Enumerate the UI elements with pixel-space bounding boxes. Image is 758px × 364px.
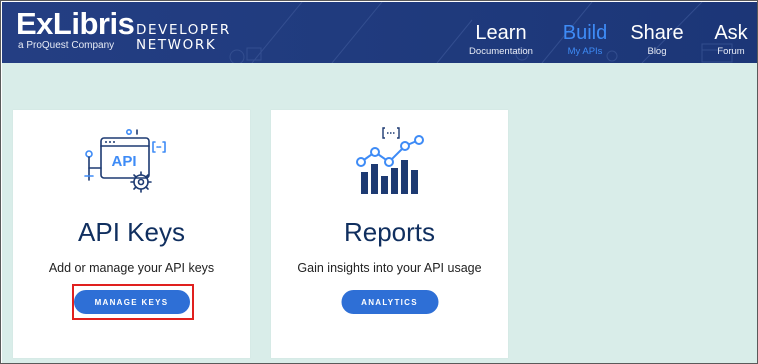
reports-chart-icon	[355, 127, 424, 194]
exlibris-logo[interactable]: ExLibris a ProQuest Company	[16, 6, 135, 52]
analytics-button[interactable]: ANALYTICS	[341, 290, 438, 314]
logo-wordmark: ExLibris	[16, 6, 135, 41]
logo-subtitle: a ProQuest Company	[18, 40, 115, 51]
api-keys-card: API API Keys Add or manage your API keys…	[13, 110, 250, 358]
nav-build[interactable]: Build My APIs	[560, 2, 610, 63]
api-keys-description: Add or manage your API keys	[48, 261, 215, 275]
nav-ask-subtitle: Forum	[717, 46, 745, 57]
top-navigation-bar: ExLibris a ProQuest Company DEVELOPER NE…	[2, 2, 757, 63]
nav-share[interactable]: Share Blog	[630, 2, 684, 63]
nav-ask-title: Ask	[714, 22, 748, 44]
nav-ask[interactable]: Ask Forum	[706, 2, 756, 63]
nav-share-title: Share	[630, 22, 684, 44]
page-frame: ExLibris a ProQuest Company DEVELOPER NE…	[0, 0, 758, 364]
api-keys-title: API Keys	[78, 217, 185, 247]
nav-learn-title: Learn	[475, 22, 527, 44]
nav-share-subtitle: Blog	[647, 46, 667, 57]
network-line-1: DEVELOPER	[136, 22, 231, 38]
manage-keys-highlight	[72, 284, 194, 320]
api-icon-label: API	[111, 153, 136, 170]
main-content: API API Keys Add or manage your API keys…	[2, 63, 757, 363]
reports-card: Reports Gain insights into your API usag…	[271, 110, 508, 358]
network-line-2: NETWORK	[136, 37, 217, 53]
api-keys-icon: API	[83, 129, 166, 193]
developer-network-title: DEVELOPER NETWORK	[136, 23, 231, 53]
nav-learn-subtitle: Documentation	[469, 46, 533, 57]
nav-learn[interactable]: Learn Documentation	[468, 2, 534, 63]
nav-build-subtitle: My APIs	[567, 46, 603, 57]
nav-build-title: Build	[562, 22, 608, 44]
reports-title: Reports	[343, 217, 436, 247]
reports-description: Gain insights into your API usage	[297, 261, 482, 275]
